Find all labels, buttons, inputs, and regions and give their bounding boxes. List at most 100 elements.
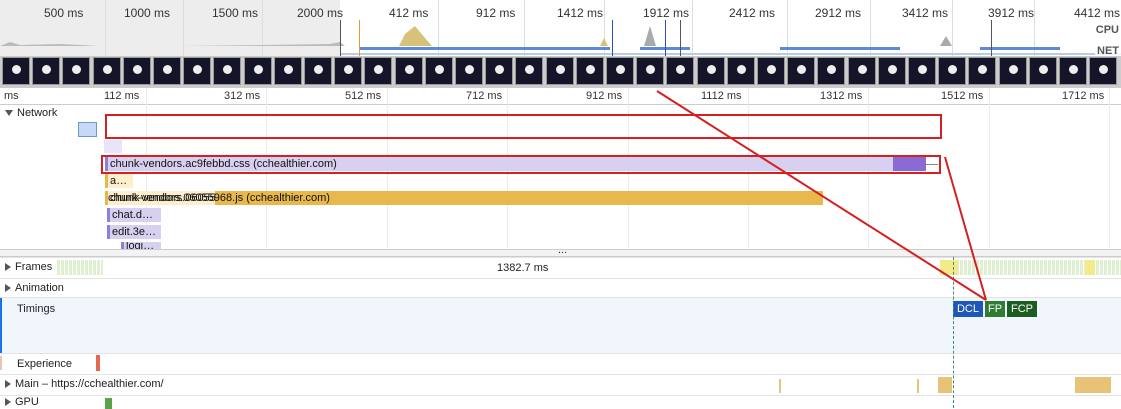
filmstrip-frame[interactable] — [32, 57, 61, 85]
frames-track-header[interactable]: Frames — [5, 261, 52, 273]
gpu-track-header[interactable]: GPU — [5, 396, 39, 408]
filmstrip-frame[interactable] — [938, 57, 967, 85]
timeline-ruler: ms 112 ms 312 ms 512 ms 712 ms 912 ms 11… — [0, 88, 1121, 105]
resize-handle-dots[interactable]: ... — [558, 244, 567, 256]
filmstrip-frame[interactable] — [364, 57, 393, 85]
network-request-logi[interactable]: logi… — [121, 242, 161, 249]
expand-triangle-icon — [5, 263, 11, 272]
network-request-bar[interactable] — [78, 122, 97, 137]
timings-track-title: Timings — [17, 303, 56, 315]
filmstrip-frame[interactable] — [183, 57, 212, 85]
expand-triangle-icon — [5, 398, 11, 407]
animation-track-title: Animation — [15, 282, 64, 294]
frame-thumbnail-icon — [585, 65, 595, 74]
filmstrip-frame[interactable] — [1089, 57, 1118, 85]
filmstrip-frame[interactable] — [877, 57, 906, 85]
filmstrip-frame[interactable] — [636, 57, 665, 85]
frame-thumbnail-icon — [223, 65, 233, 74]
cpu-track-tag: CPU — [1093, 24, 1121, 36]
overview-pane[interactable]: 500 ms 1000 ms 1500 ms 2000 ms 412 ms 91… — [0, 0, 1121, 57]
frame-thumbnail-icon — [706, 65, 716, 74]
frames-duration: 1382.7 ms — [497, 262, 549, 274]
filmstrip-frame[interactable] — [334, 57, 363, 85]
filmstrip-frame[interactable] — [757, 57, 785, 85]
filmstrip-frame[interactable] — [998, 57, 1027, 85]
filmstrip-frame[interactable] — [304, 57, 332, 85]
frame-thumbnail-icon — [1069, 65, 1078, 74]
filmstrip-frame[interactable] — [606, 57, 634, 85]
filmstrip-frame[interactable] — [2, 57, 30, 85]
overview-time-label: 3412 ms — [902, 6, 949, 20]
filmstrip-frame[interactable] — [908, 57, 936, 85]
filmstrip-frame[interactable] — [545, 57, 574, 85]
filmstrip-frame[interactable] — [1028, 57, 1057, 85]
dcl-marker[interactable]: DCL — [953, 301, 983, 317]
main-track-header[interactable]: Main – https://cchealthier.com/ — [5, 378, 164, 390]
filmstrip-frame[interactable] — [726, 57, 755, 85]
ruler-label: 512 ms — [345, 90, 382, 102]
overview-time-label: 2912 ms — [815, 6, 862, 20]
frame-thumbnail-icon — [253, 65, 263, 74]
gpu-track-title: GPU — [15, 396, 39, 408]
frame-thumbnail-icon — [797, 65, 807, 74]
overview-time-label: 4412 ms — [1074, 6, 1121, 20]
frame-thumbnail-icon — [42, 65, 52, 74]
frame-thumbnail-icon — [465, 65, 474, 74]
network-request-edit[interactable]: edit.3e… — [107, 225, 161, 239]
filmstrip-frame[interactable] — [575, 57, 604, 85]
filmstrip-frame[interactable] — [122, 57, 151, 85]
filmstrip-frame[interactable] — [817, 57, 846, 85]
screenshot-filmstrip[interactable] — [0, 56, 1121, 88]
fcp-marker[interactable]: FCP — [1007, 301, 1037, 317]
filmstrip-frame[interactable] — [847, 57, 876, 85]
network-request-chat[interactable]: chat.d… — [107, 208, 161, 222]
filmstrip-frame[interactable] — [485, 57, 514, 85]
filmstrip-frame[interactable] — [968, 57, 997, 85]
frame-thumbnail-icon — [1099, 65, 1109, 74]
filmstrip-frame[interactable] — [92, 57, 121, 85]
filmstrip-frame[interactable] — [394, 57, 423, 85]
ruler-gridline — [989, 88, 990, 248]
expand-triangle-icon — [5, 380, 11, 389]
frame-thumbnail-icon — [132, 65, 142, 74]
frame-thumbnail-icon — [918, 65, 927, 74]
filmstrip-frame[interactable] — [273, 57, 302, 85]
frames-track-title: Frames — [15, 261, 53, 273]
filmstrip-frame[interactable] — [787, 57, 816, 85]
filmstrip-frame[interactable] — [696, 57, 725, 85]
filmstrip-frame[interactable] — [213, 57, 242, 85]
filmstrip-frame[interactable] — [455, 57, 483, 85]
network-request-a[interactable]: a… — [105, 174, 133, 188]
main-task — [938, 377, 952, 393]
overview-time-label: 1500 ms — [212, 6, 259, 20]
animation-track-header[interactable]: Animation — [5, 282, 64, 294]
frame-thumbnail-icon — [374, 65, 384, 74]
ruler-label: 312 ms — [224, 90, 261, 102]
filmstrip-frame[interactable] — [62, 57, 91, 85]
filmstrip-frame[interactable] — [153, 57, 181, 85]
frame-thumbnail-icon — [646, 65, 656, 74]
filmstrip-frame[interactable] — [666, 57, 695, 85]
filmstrip-frame[interactable] — [1059, 57, 1087, 85]
network-title: Network — [17, 107, 58, 119]
fp-marker[interactable]: FP — [985, 301, 1005, 317]
network-section-header[interactable]: Network — [5, 107, 57, 119]
frame-thumbnail-icon — [404, 65, 414, 74]
frame-thumbnail-icon — [434, 65, 444, 74]
frame-thumbnail-icon — [72, 65, 82, 74]
frame-thumbnail-icon — [163, 65, 172, 74]
filmstrip-frame[interactable] — [424, 57, 453, 85]
frame-bar-partial — [1085, 260, 1095, 275]
overview-time-label: 1912 ms — [643, 6, 690, 20]
ruler-label: 112 ms — [104, 90, 140, 102]
ruler-label: 912 ms — [586, 90, 623, 102]
frame-thumbnail-icon — [555, 65, 565, 74]
dcl-vertical-line — [953, 257, 954, 408]
selected-track-indicator — [0, 298, 2, 353]
network-request-bar[interactable] — [104, 140, 122, 153]
filmstrip-frame[interactable] — [515, 57, 544, 85]
filmstrip-frame[interactable] — [243, 57, 272, 85]
frame-thumbnail-icon — [495, 65, 505, 74]
ruler-label: 1312 ms — [820, 90, 863, 102]
frame-thumbnail-icon — [736, 65, 746, 74]
